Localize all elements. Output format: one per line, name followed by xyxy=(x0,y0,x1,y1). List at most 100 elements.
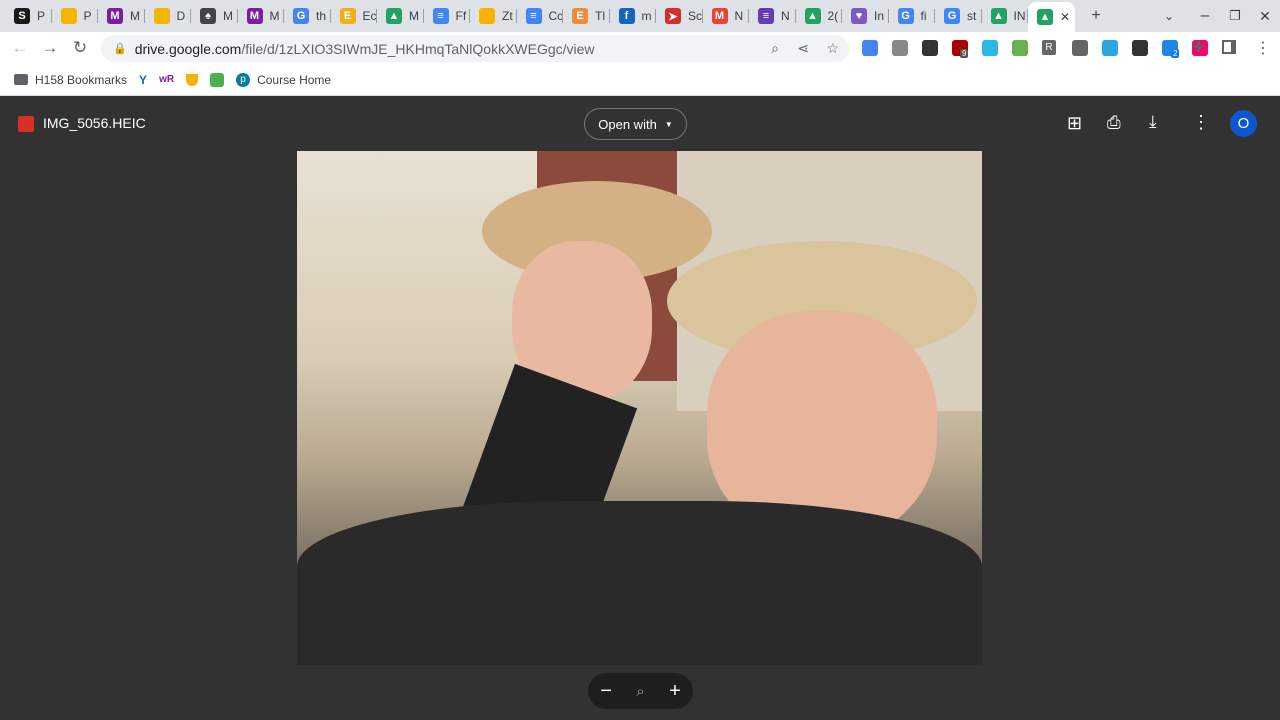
tab-title: Ff xyxy=(455,9,467,23)
bookmark-wr[interactable]: wR xyxy=(159,74,174,85)
bookmarks-bar: H158 Bookmarks Y wR p Course Home xyxy=(0,64,1280,96)
tab-title: Ec xyxy=(362,9,377,23)
slides-icon xyxy=(479,8,495,24)
account-avatar[interactable]: O xyxy=(1230,110,1257,137)
tab-title: fi xyxy=(920,9,927,23)
f-icon: f xyxy=(618,8,635,24)
s-icon: S xyxy=(14,8,30,24)
tab-title: Cc xyxy=(548,9,564,23)
e-icon: E xyxy=(572,8,588,24)
tab[interactable]: ♠ M xyxy=(191,0,238,32)
tab[interactable]: ♥ In xyxy=(842,0,889,32)
edpuzzle-icon: E xyxy=(339,8,356,24)
new-tab-button[interactable]: + xyxy=(1080,0,1112,32)
tab-search-chevron-icon[interactable]: ⌄ xyxy=(1153,0,1185,32)
bookmark-folder-h158[interactable]: H158 Bookmarks xyxy=(14,73,127,87)
tab[interactable]: ▲ 2( xyxy=(796,0,843,32)
reload-button[interactable]: ↻ xyxy=(65,38,95,58)
tab[interactable]: Gth xyxy=(284,0,331,32)
zoom-controls: − ⌕ + xyxy=(588,673,693,709)
tab[interactable]: SP xyxy=(5,0,52,32)
extension-icon[interactable] xyxy=(1102,40,1118,56)
extension-icon[interactable] xyxy=(862,40,878,56)
drive-icon: ▲ xyxy=(386,8,402,24)
acorn-icon: ♠ xyxy=(200,8,216,24)
bookmark-star-icon[interactable]: ☆ xyxy=(826,40,839,57)
forward-button[interactable]: → xyxy=(35,38,65,58)
tab[interactable]: ≡ N xyxy=(749,0,796,32)
tab[interactable]: Zt xyxy=(470,0,517,32)
extension-badge: 2 xyxy=(1171,49,1180,58)
extensions-puzzle-icon[interactable]: ✚ xyxy=(1192,38,1205,56)
zoom-icon[interactable]: ⌕ xyxy=(636,683,644,700)
bookmark-shield[interactable] xyxy=(186,73,199,86)
download-icon[interactable]: ⤓ xyxy=(1149,112,1157,132)
extension-icon[interactable] xyxy=(982,40,998,56)
tab[interactable]: ≡ Cc xyxy=(517,0,564,32)
tab[interactable]: ▲ IN xyxy=(982,0,1029,32)
tab-title: D xyxy=(176,9,186,23)
more-actions-icon[interactable]: ⋮ xyxy=(1192,112,1210,133)
arrow-icon: ➤ xyxy=(665,8,681,24)
tab-title: N xyxy=(734,9,744,23)
extension-icon[interactable] xyxy=(892,40,908,56)
bookmark-course-home[interactable]: p Course Home xyxy=(236,72,331,87)
tab[interactable]: MM xyxy=(98,0,145,32)
tab-title: P xyxy=(83,9,92,23)
zoom-out-button[interactable]: − xyxy=(600,680,612,703)
tab[interactable]: E Tl xyxy=(563,0,610,32)
tab[interactable]: MM xyxy=(238,0,285,32)
tab[interactable]: E Ec xyxy=(331,0,378,32)
image-preview xyxy=(297,151,982,665)
open-with-label: Open with xyxy=(598,116,657,132)
address-bar[interactable]: 🔒 drive.google.com/file/d/1zLXIO3SIWmJE_… xyxy=(101,35,849,62)
extension-r-icon[interactable]: R xyxy=(1042,40,1056,55)
zoom-in-button[interactable]: + xyxy=(669,680,681,703)
add-comment-icon[interactable]: ⊞ xyxy=(1067,113,1082,134)
tab[interactable]: D xyxy=(145,0,192,32)
close-tab-button[interactable]: ✕ xyxy=(1060,10,1070,24)
tab-title: M xyxy=(130,9,140,23)
extension-icon[interactable] xyxy=(1012,40,1028,56)
lock-icon: 🔒 xyxy=(113,43,127,55)
slides-icon xyxy=(60,8,77,24)
drive-icon: ▲ xyxy=(804,8,821,24)
back-button[interactable]: ← xyxy=(5,38,35,58)
tab[interactable]: ▲ M xyxy=(377,0,424,32)
dropdown-arrow-icon: ▼ xyxy=(664,119,673,129)
restore-button[interactable]: ❐ xyxy=(1219,0,1251,32)
bookmark-y[interactable]: Y xyxy=(139,73,147,87)
tab[interactable]: ≡ Ff xyxy=(424,0,471,32)
docs-icon: ≡ xyxy=(432,8,449,24)
tab-title: Zt xyxy=(502,9,513,23)
forms-icon: ≡ xyxy=(758,8,774,24)
google-icon: G xyxy=(897,8,914,24)
side-panel-icon[interactable] xyxy=(1222,40,1236,54)
tab[interactable]: P xyxy=(52,0,99,32)
extension-icon[interactable] xyxy=(1072,40,1088,56)
extension-icon[interactable] xyxy=(1132,40,1148,56)
tab-active[interactable]: ▲ ✕ xyxy=(1028,2,1075,32)
open-with-button[interactable]: Open with ▼ xyxy=(584,108,687,140)
tab[interactable]: MN xyxy=(703,0,750,32)
bookmark-green[interactable] xyxy=(210,72,225,87)
tab[interactable]: Gst xyxy=(935,0,982,32)
viewer-header: IMG_5056.HEIC Open with ▼ ⊞ ⎙ ⤓ ⋮ O xyxy=(0,96,1280,152)
chrome-menu-icon[interactable]: ⋮ xyxy=(1255,38,1271,58)
print-icon[interactable]: ⎙ xyxy=(1107,113,1121,133)
tab[interactable]: Gfi xyxy=(889,0,936,32)
zoom-icon[interactable]: ⌕ xyxy=(771,40,779,57)
tab[interactable]: ➤ Sc xyxy=(656,0,703,32)
slides-icon xyxy=(153,8,170,24)
file-name: IMG_5056.HEIC xyxy=(43,115,146,131)
bookmark-label: H158 Bookmarks xyxy=(35,72,128,87)
minimize-button[interactable]: – xyxy=(1189,0,1221,32)
share-icon[interactable]: ⋖ xyxy=(797,40,809,57)
tab-title: N xyxy=(781,9,790,23)
extension-icon[interactable] xyxy=(922,40,938,56)
tab[interactable]: fm xyxy=(610,0,657,32)
close-window-button[interactable]: ✕ xyxy=(1249,0,1280,32)
folder-icon xyxy=(14,74,28,85)
green-app-icon xyxy=(210,72,225,87)
tab-title: Tl xyxy=(595,9,605,23)
